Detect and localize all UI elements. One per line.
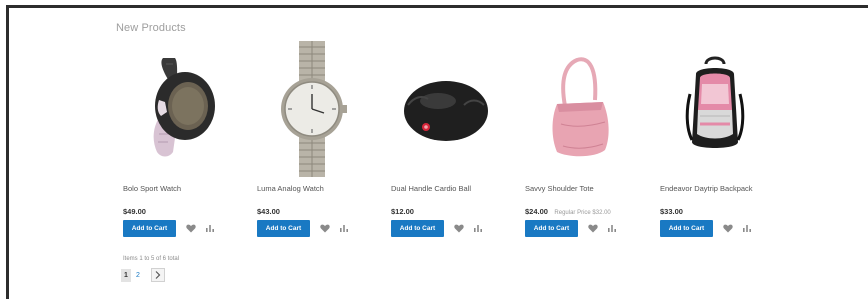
add-to-cart-button[interactable]: Add to Cart — [391, 219, 444, 237]
product-name[interactable]: Endeavor Daytrip Backpack — [660, 184, 753, 193]
analog-watch-image[interactable] — [257, 38, 367, 180]
sport-watch-image[interactable] — [123, 38, 233, 180]
price-box: $12.00 — [391, 201, 414, 219]
product-actions: Add to Cart — [123, 219, 217, 237]
add-to-cart-button[interactable]: Add to Cart — [660, 219, 713, 237]
pagination: 1 2 — [121, 268, 165, 282]
product-name[interactable]: Savvy Shoulder Tote — [525, 184, 594, 193]
compare-icon[interactable] — [605, 221, 619, 235]
cardio-ball-image[interactable] — [391, 38, 501, 180]
product-item: Endeavor Daytrip Backpack $33.00 Add to … — [660, 38, 785, 238]
compare-icon[interactable] — [740, 221, 754, 235]
section-title: New Products — [116, 22, 186, 34]
product-name[interactable]: Dual Handle Cardio Ball — [391, 184, 471, 193]
regular-price: Regular Price $32.00 — [554, 210, 611, 216]
product-actions: Add to Cart — [391, 219, 485, 237]
heart-icon[interactable] — [184, 221, 198, 235]
product-price: $24.00 — [525, 207, 548, 216]
product-actions: Add to Cart — [257, 219, 351, 237]
add-to-cart-button[interactable]: Add to Cart — [525, 219, 578, 237]
product-item: Luma Analog Watch $43.00 Add to Cart — [257, 38, 382, 238]
compare-icon[interactable] — [337, 221, 351, 235]
compare-icon[interactable] — [203, 221, 217, 235]
next-page-button[interactable] — [151, 268, 165, 282]
price-box: $33.00 — [660, 201, 683, 219]
product-price: $43.00 — [257, 207, 280, 216]
page-link-2[interactable]: 2 — [133, 269, 143, 282]
add-to-cart-button[interactable]: Add to Cart — [123, 219, 176, 237]
product-price: $49.00 — [123, 207, 146, 216]
pager-info: Items 1 to 5 of 6 total — [123, 256, 180, 262]
product-item: Savvy Shoulder Tote $24.00 Regular Price… — [525, 38, 650, 238]
price-box: $43.00 — [257, 201, 280, 219]
add-to-cart-button[interactable]: Add to Cart — [257, 219, 310, 237]
product-price: $33.00 — [660, 207, 683, 216]
backpack-image[interactable] — [660, 38, 770, 180]
compare-icon[interactable] — [471, 221, 485, 235]
product-item: Dual Handle Cardio Ball $12.00 Add to Ca… — [391, 38, 516, 238]
shoulder-tote-image[interactable] — [525, 38, 635, 180]
chevron-right-icon — [155, 271, 161, 279]
product-actions: Add to Cart — [525, 219, 619, 237]
product-actions: Add to Cart — [660, 219, 754, 237]
product-price: $12.00 — [391, 207, 414, 216]
heart-icon[interactable] — [452, 221, 466, 235]
page-current: 1 — [121, 268, 131, 282]
product-item: Bolo Sport Watch $49.00 Add to Cart — [123, 38, 248, 238]
product-name[interactable]: Luma Analog Watch — [257, 184, 324, 193]
product-name[interactable]: Bolo Sport Watch — [123, 184, 181, 193]
heart-icon[interactable] — [586, 221, 600, 235]
price-box: $24.00 Regular Price $32.00 — [525, 201, 611, 219]
price-box: $49.00 — [123, 201, 146, 219]
heart-icon[interactable] — [721, 221, 735, 235]
heart-icon[interactable] — [318, 221, 332, 235]
